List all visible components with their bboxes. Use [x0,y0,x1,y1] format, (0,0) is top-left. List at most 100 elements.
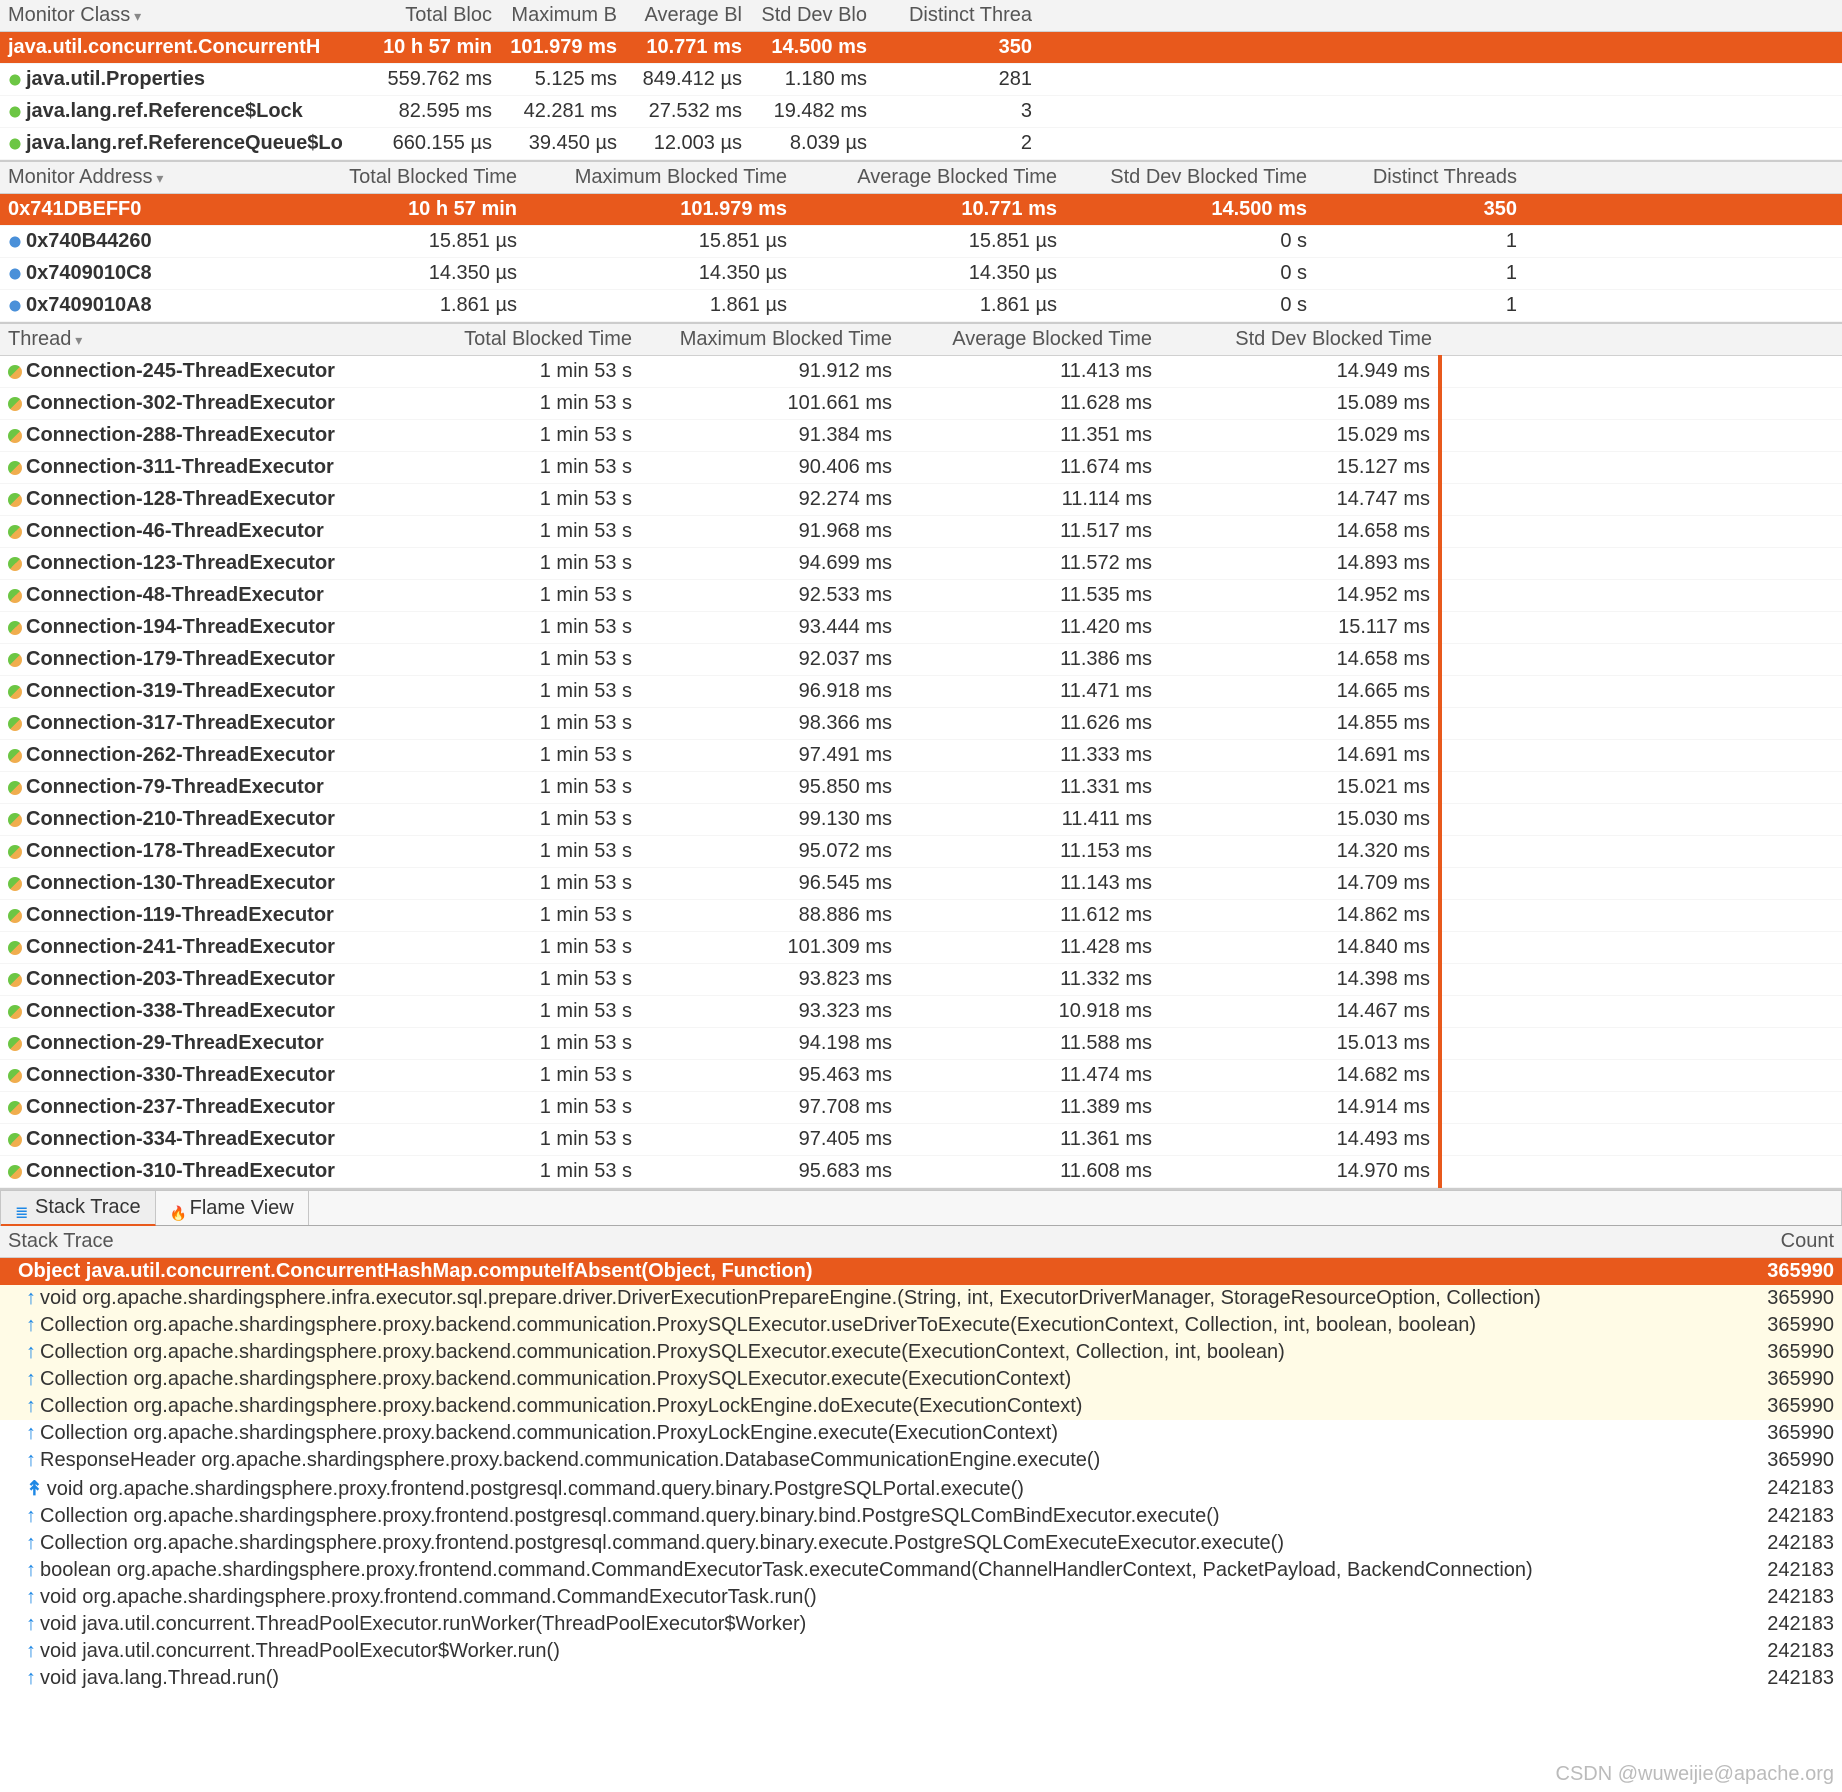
cell-max: 93.823 ms [640,964,900,996]
table-row[interactable]: Connection-302-ThreadExecutor1 min 53 s1… [0,388,1842,420]
table-row[interactable]: Connection-319-ThreadExecutor1 min 53 s9… [0,676,1842,708]
cell-threads: 350 [875,32,1040,64]
col-std-blocked[interactable]: Std Dev Blo [750,0,875,32]
table-row[interactable]: java.util.concurrent.ConcurrentH10 h 57 … [0,32,1842,64]
thread-name: Connection-241-ThreadExecutor [0,932,380,964]
table-row[interactable]: Connection-210-ThreadExecutor1 min 53 s9… [0,804,1842,836]
stack-frame[interactable]: ↑Collection org.apache.shardingsphere.pr… [0,1366,1842,1393]
table-row[interactable]: 0x741DBEFF010 h 57 min101.979 ms10.771 m… [0,194,1842,226]
table-row[interactable]: Connection-130-ThreadExecutor1 min 53 s9… [0,868,1842,900]
thread-icon [8,781,22,795]
stack-frame[interactable]: ↑void java.lang.Thread.run()242183 [0,1665,1842,1692]
col-a-threads[interactable]: Distinct Threads [1315,162,1525,194]
table-row[interactable]: Connection-310-ThreadExecutor1 min 53 s9… [0,1156,1842,1188]
stack-frame[interactable]: ↑Collection org.apache.shardingsphere.pr… [0,1503,1842,1530]
table-row[interactable]: Connection-178-ThreadExecutor1 min 53 s9… [0,836,1842,868]
table-row[interactable]: Connection-194-ThreadExecutor1 min 53 s9… [0,612,1842,644]
cell-std: 14.682 ms [1160,1060,1440,1092]
col-thread[interactable]: Thread [0,324,380,356]
stack-frame-text: ↑void org.apache.shardingsphere.infra.ex… [8,1287,1714,1310]
table-row[interactable]: Connection-203-ThreadExecutor1 min 53 s9… [0,964,1842,996]
thread-table[interactable]: Thread Total Blocked Time Maximum Blocke… [0,324,1842,1188]
cell-max: 96.545 ms [640,868,900,900]
tab-stack-trace[interactable]: Stack Trace [1,1191,156,1226]
cell-avg: 11.331 ms [900,772,1160,804]
cell-max: 92.274 ms [640,484,900,516]
cell-max: 88.886 ms [640,900,900,932]
col-max-blocked[interactable]: Maximum B [500,0,625,32]
monitor-address-table[interactable]: Monitor Address Total Blocked Time Maxim… [0,162,1842,322]
table-row[interactable]: Connection-330-ThreadExecutor1 min 53 s9… [0,1060,1842,1092]
stack-frame[interactable]: ↑Collection org.apache.shardingsphere.pr… [0,1530,1842,1557]
table-row[interactable]: Connection-123-ThreadExecutor1 min 53 s9… [0,548,1842,580]
table-row[interactable]: Connection-317-ThreadExecutor1 min 53 s9… [0,708,1842,740]
stack-frame[interactable]: ↑void java.util.concurrent.ThreadPoolExe… [0,1638,1842,1665]
col-distinct-threads[interactable]: Distinct Threa [875,0,1040,32]
stack-frame-count: 365990 [1714,1314,1834,1337]
view-tabs: Stack Trace Flame View [0,1190,1842,1226]
table-row[interactable]: Connection-119-ThreadExecutor1 min 53 s8… [0,900,1842,932]
stack-frame-count: 242183 [1714,1532,1834,1555]
stack-frame[interactable]: ↟void org.apache.shardingsphere.proxy.fr… [0,1474,1842,1503]
table-row[interactable]: Connection-311-ThreadExecutor1 min 53 s9… [0,452,1842,484]
table-row[interactable]: Connection-288-ThreadExecutor1 min 53 s9… [0,420,1842,452]
stack-frame[interactable]: ↑ResponseHeader org.apache.shardingspher… [0,1447,1842,1474]
col-total-blocked[interactable]: Total Bloc [375,0,500,32]
stack-frame[interactable]: ↑Collection org.apache.shardingsphere.pr… [0,1339,1842,1366]
stack-frame[interactable]: Object java.util.concurrent.ConcurrentHa… [0,1258,1842,1285]
thread-icon [8,653,22,667]
stack-trace-list[interactable]: Object java.util.concurrent.ConcurrentHa… [0,1258,1842,1692]
table-row[interactable]: Connection-29-ThreadExecutor1 min 53 s94… [0,1028,1842,1060]
stack-frame[interactable]: ↑boolean org.apache.shardingsphere.proxy… [0,1557,1842,1584]
table-row[interactable]: Connection-237-ThreadExecutor1 min 53 s9… [0,1092,1842,1124]
cell-avg: 11.535 ms [900,580,1160,612]
table-row[interactable]: Connection-79-ThreadExecutor1 min 53 s95… [0,772,1842,804]
stack-frame-count: 242183 [1714,1640,1834,1663]
table-row[interactable]: Connection-334-ThreadExecutor1 min 53 s9… [0,1124,1842,1156]
table-row[interactable]: Connection-262-ThreadExecutor1 min 53 s9… [0,740,1842,772]
table-row[interactable]: 0x7409010A81.861 µs1.861 µs1.861 µs0 s1 [0,290,1842,322]
stack-frame-count: 365990 [1714,1422,1834,1445]
col-a-total[interactable]: Total Blocked Time [275,162,525,194]
stack-header-label[interactable]: Stack Trace [0,1226,1706,1257]
col-monitor-address[interactable]: Monitor Address [0,162,275,194]
col-a-max[interactable]: Maximum Blocked Time [525,162,795,194]
col-t-max[interactable]: Maximum Blocked Time [640,324,900,356]
col-t-total[interactable]: Total Blocked Time [380,324,640,356]
col-a-avg[interactable]: Average Blocked Time [795,162,1065,194]
col-monitor-class[interactable]: Monitor Class [0,0,375,32]
stack-frame[interactable]: ↑Collection org.apache.shardingsphere.pr… [0,1393,1842,1420]
table-row[interactable]: 0x740B4426015.851 µs15.851 µs15.851 µs0 … [0,226,1842,258]
stack-frame-text: ↑void java.util.concurrent.ThreadPoolExe… [8,1613,1714,1636]
stack-frame[interactable]: ↑void org.apache.shardingsphere.infra.ex… [0,1285,1842,1312]
table-row[interactable]: Connection-241-ThreadExecutor1 min 53 s1… [0,932,1842,964]
stack-frame[interactable]: ↑void java.util.concurrent.ThreadPoolExe… [0,1611,1842,1638]
cell-max: 1.861 µs [525,290,795,322]
tab-flame-view[interactable]: Flame View [156,1191,309,1225]
stack-frame-text: ↟void org.apache.shardingsphere.proxy.fr… [8,1476,1714,1501]
table-row[interactable]: java.util.Properties559.762 ms5.125 ms84… [0,64,1842,96]
table-row[interactable]: java.lang.ref.ReferenceQueue$Lo660.155 µ… [0,128,1842,160]
cell-total: 1 min 53 s [380,900,640,932]
col-a-std[interactable]: Std Dev Blocked Time [1065,162,1315,194]
table-row[interactable]: Connection-46-ThreadExecutor1 min 53 s91… [0,516,1842,548]
monitor-class-table[interactable]: Monitor Class Total Bloc Maximum B Avera… [0,0,1842,160]
table-row[interactable]: Connection-179-ThreadExecutor1 min 53 s9… [0,644,1842,676]
col-t-std[interactable]: Std Dev Blocked Time [1160,324,1440,356]
col-t-avg[interactable]: Average Blocked Time [900,324,1160,356]
stack-frame[interactable]: ↑Collection org.apache.shardingsphere.pr… [0,1312,1842,1339]
cell-std: 15.021 ms [1160,772,1440,804]
stack-frame[interactable]: ↑Collection org.apache.shardingsphere.pr… [0,1420,1842,1447]
table-row[interactable]: java.lang.ref.Reference$Lock82.595 ms42.… [0,96,1842,128]
table-row[interactable]: 0x7409010C814.350 µs14.350 µs14.350 µs0 … [0,258,1842,290]
col-avg-blocked[interactable]: Average Bl [625,0,750,32]
thread-icon [8,877,22,891]
stack-frame[interactable]: ↑void org.apache.shardingsphere.proxy.fr… [0,1584,1842,1611]
cell-max: 98.366 ms [640,708,900,740]
stack-header-count[interactable]: Count [1706,1226,1842,1257]
table-row[interactable]: Connection-245-ThreadExecutor1 min 53 s9… [0,356,1842,388]
table-row[interactable]: Connection-128-ThreadExecutor1 min 53 s9… [0,484,1842,516]
table-row[interactable]: Connection-48-ThreadExecutor1 min 53 s92… [0,580,1842,612]
table-row[interactable]: Connection-338-ThreadExecutor1 min 53 s9… [0,996,1842,1028]
thread-icon [8,941,22,955]
